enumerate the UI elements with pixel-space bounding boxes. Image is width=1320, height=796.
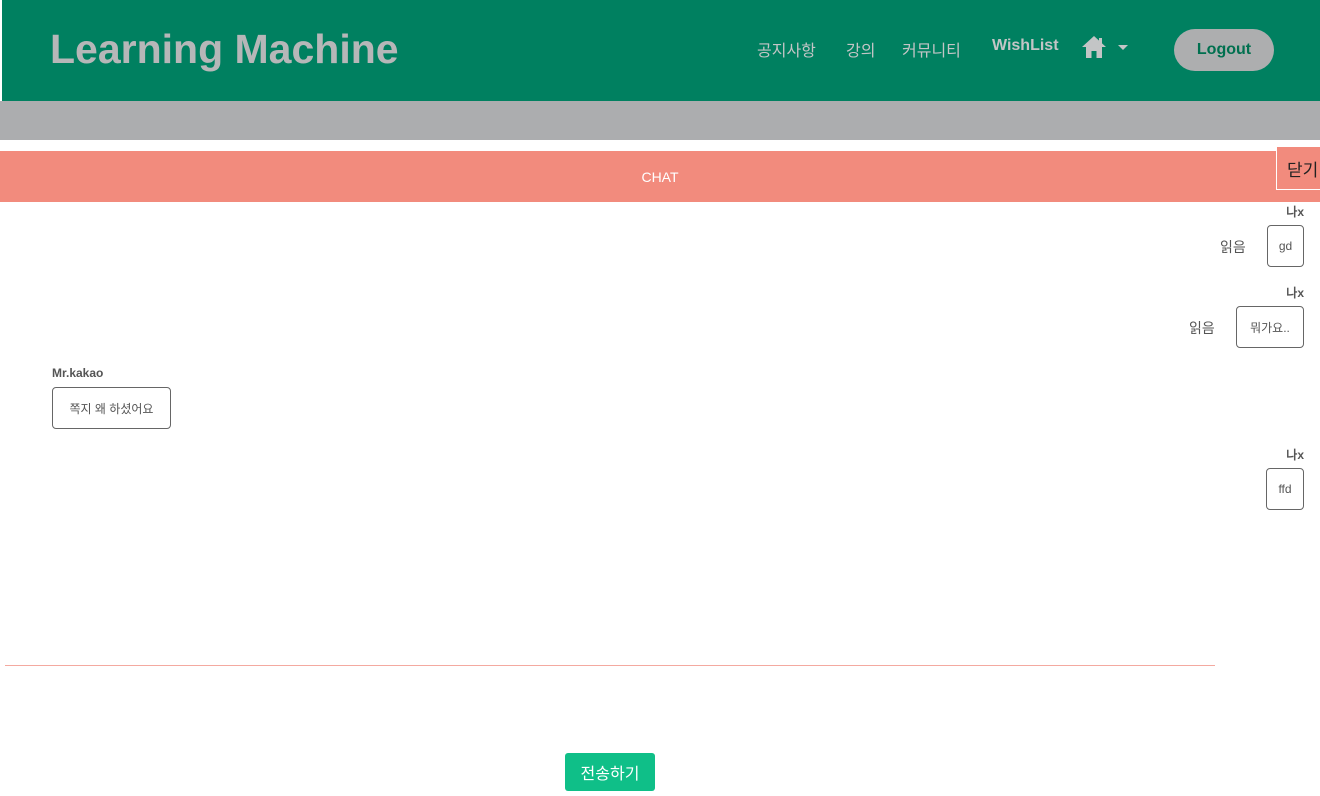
close-button[interactable]: 닫기 xyxy=(1276,146,1320,190)
brand-logo[interactable]: Learning Machine xyxy=(50,26,399,73)
message-bubble: gd xyxy=(1267,225,1304,267)
home-icon[interactable] xyxy=(1080,34,1108,65)
nav-notice[interactable]: 공지사항 xyxy=(757,37,816,61)
message-sender: 나x xyxy=(1286,448,1304,462)
sub-header-bar xyxy=(0,101,1320,140)
message-sender: Mr.kakao xyxy=(52,366,104,380)
read-status: 읽음 xyxy=(1220,239,1246,255)
chat-header: CHAT xyxy=(0,151,1320,202)
message-sender: 나x xyxy=(1286,286,1304,300)
navbar: Learning Machine 공지사항 강의 커뮤니티 WishList L… xyxy=(2,0,1320,101)
message-bubble: 뭐가요.. xyxy=(1236,306,1304,348)
message-sender: 나x xyxy=(1286,205,1304,219)
send-button[interactable]: 전송하기 xyxy=(565,753,655,791)
nav-wishlist[interactable]: WishList xyxy=(992,37,1059,55)
logout-button[interactable]: Logout xyxy=(1174,29,1274,71)
chevron-down-icon[interactable] xyxy=(1118,45,1128,50)
nav-community[interactable]: 커뮤니티 xyxy=(902,37,961,61)
input-divider xyxy=(5,665,1215,666)
nav-lecture[interactable]: 강의 xyxy=(846,37,875,61)
message-bubble: ffd xyxy=(1266,468,1304,510)
message-bubble: 쪽지 왜 하셨어요 xyxy=(52,387,171,429)
read-status: 읽음 xyxy=(1189,320,1215,336)
